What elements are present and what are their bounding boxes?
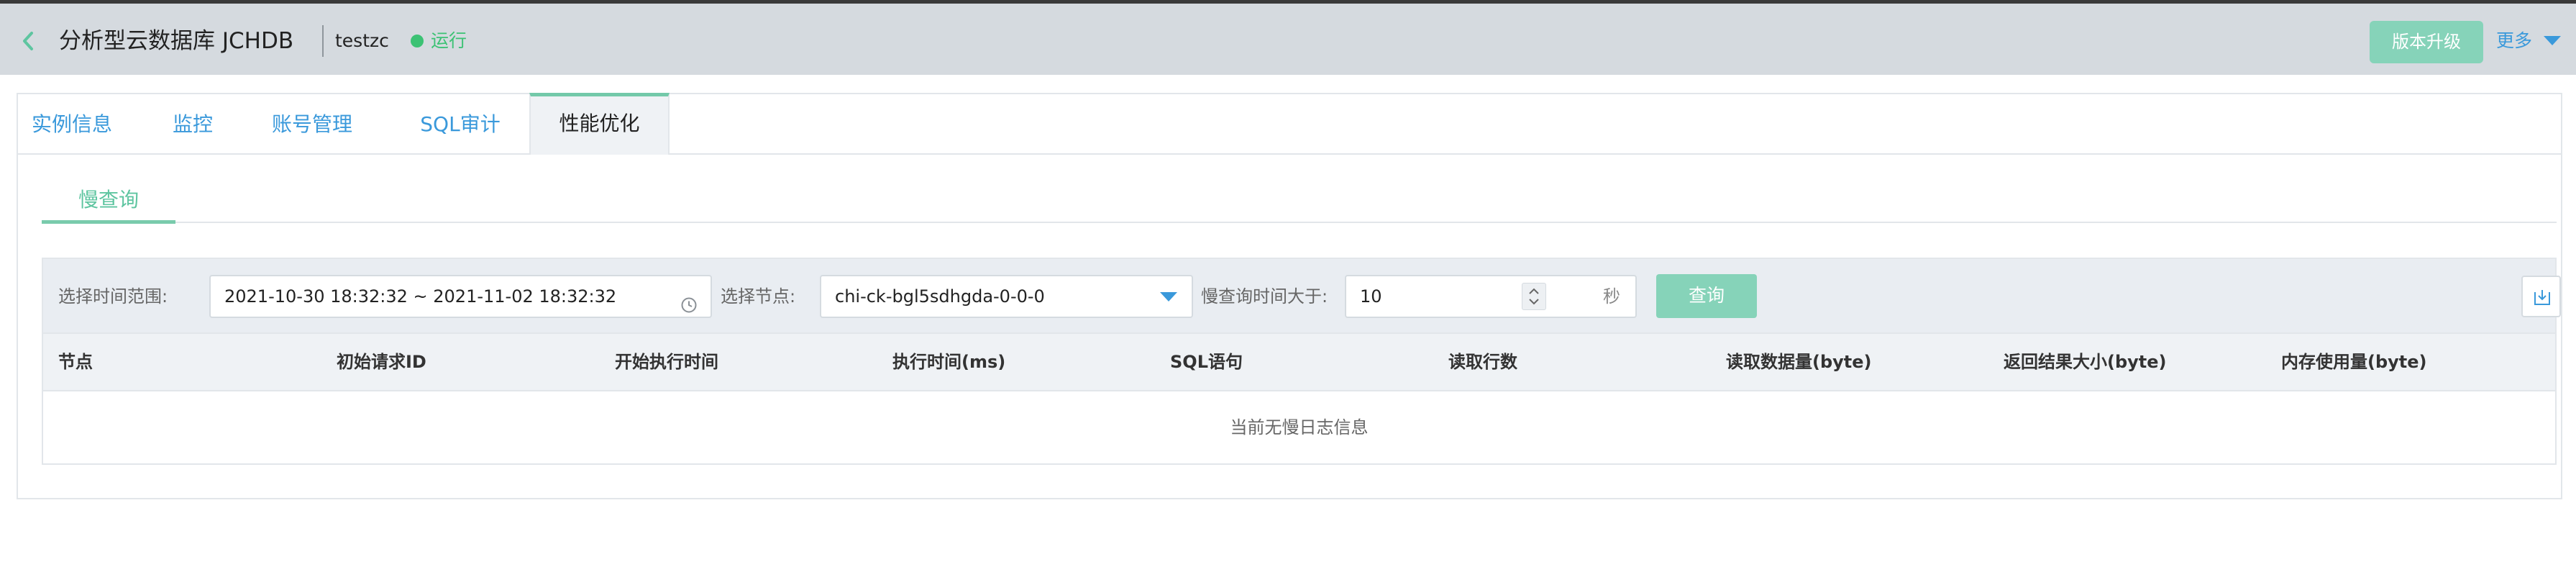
tab-monitoring[interactable]: 监控 (160, 94, 225, 155)
download-icon (2534, 290, 2550, 305)
page-header: 分析型云数据库 JCHDB testzc 运行 版本升级 更多 (0, 4, 2576, 75)
tab-performance-optimization[interactable]: 性能优化 (529, 93, 670, 155)
status-dot-icon (411, 35, 424, 47)
node-label: 选择节点: (721, 286, 796, 307)
column-memory-usage: 内存使用量(byte) (2281, 352, 2427, 372)
more-menu-button[interactable]: 更多 (2496, 27, 2532, 55)
node-select[interactable]: chi-ck-bgl5sdhgda-0-0-0 (820, 275, 1193, 318)
threshold-label: 慢查询时间大于: (1201, 286, 1328, 307)
query-button[interactable]: 查询 (1656, 274, 1757, 318)
column-read-rows: 读取行数 (1448, 352, 1517, 372)
version-upgrade-button[interactable]: 版本升级 (2370, 21, 2483, 63)
export-button[interactable] (2521, 276, 2561, 317)
filter-bar: 选择时间范围: 2021-10-30 18:32:32 ~ 2021-11-02… (42, 258, 2561, 332)
table-body: 当前无慢日志信息 (42, 391, 2557, 465)
title-divider (322, 25, 324, 57)
time-range-picker[interactable]: 2021-10-30 18:32:32 ~ 2021-11-02 18:32:3… (209, 275, 712, 318)
subtab-slow-query[interactable]: 慢查询 (42, 186, 175, 222)
time-range-value: 2021-10-30 18:32:32 ~ 2021-11-02 18:32:3… (224, 286, 617, 307)
tab-sql-audit[interactable]: SQL审计 (403, 94, 518, 155)
node-select-value: chi-ck-bgl5sdhgda-0-0-0 (835, 286, 1045, 307)
column-node: 节点 (58, 352, 93, 372)
status-badge: 运行 (431, 30, 467, 51)
column-read-bytes: 读取数据量(byte) (1726, 352, 1872, 372)
back-arrow-icon[interactable] (19, 28, 39, 54)
threshold-unit: 秒 (1588, 275, 1637, 318)
tab-account-management[interactable]: 账号管理 (258, 94, 366, 155)
threshold-stepper[interactable] (1522, 283, 1546, 310)
threshold-input[interactable]: 10 (1345, 275, 1589, 318)
column-start-time: 开始执行时间 (615, 352, 718, 372)
clock-icon (680, 288, 698, 313)
tab-bar: 实例信息 监控 账号管理 SQL审计 性能优化 (18, 93, 2561, 155)
subtab-divider (42, 222, 2557, 223)
subtab-active-indicator (42, 220, 175, 224)
column-result-bytes: 返回结果大小(byte) (2004, 352, 2167, 372)
time-range-label: 选择时间范围: (58, 286, 168, 307)
chevron-down-icon (1160, 292, 1177, 301)
main-panel: 实例信息 监控 账号管理 SQL审计 性能优化 慢查询 选择时间范围: 2021… (17, 93, 2562, 499)
table-header: 节点 初始请求ID 开始执行时间 执行时间(ms) SQL语句 读取行数 读取数… (42, 332, 2557, 391)
empty-state-text: 当前无慢日志信息 (1230, 417, 1369, 437)
column-exec-time: 执行时间(ms) (892, 352, 1006, 372)
instance-name: testzc (335, 30, 389, 51)
column-initial-request-id: 初始请求ID (337, 352, 426, 372)
column-sql-statement: SQL语句 (1170, 352, 1243, 372)
page-title: 分析型云数据库 JCHDB (59, 28, 294, 54)
chevron-down-icon[interactable] (2544, 36, 2561, 45)
tab-instance-info[interactable]: 实例信息 (18, 94, 126, 155)
